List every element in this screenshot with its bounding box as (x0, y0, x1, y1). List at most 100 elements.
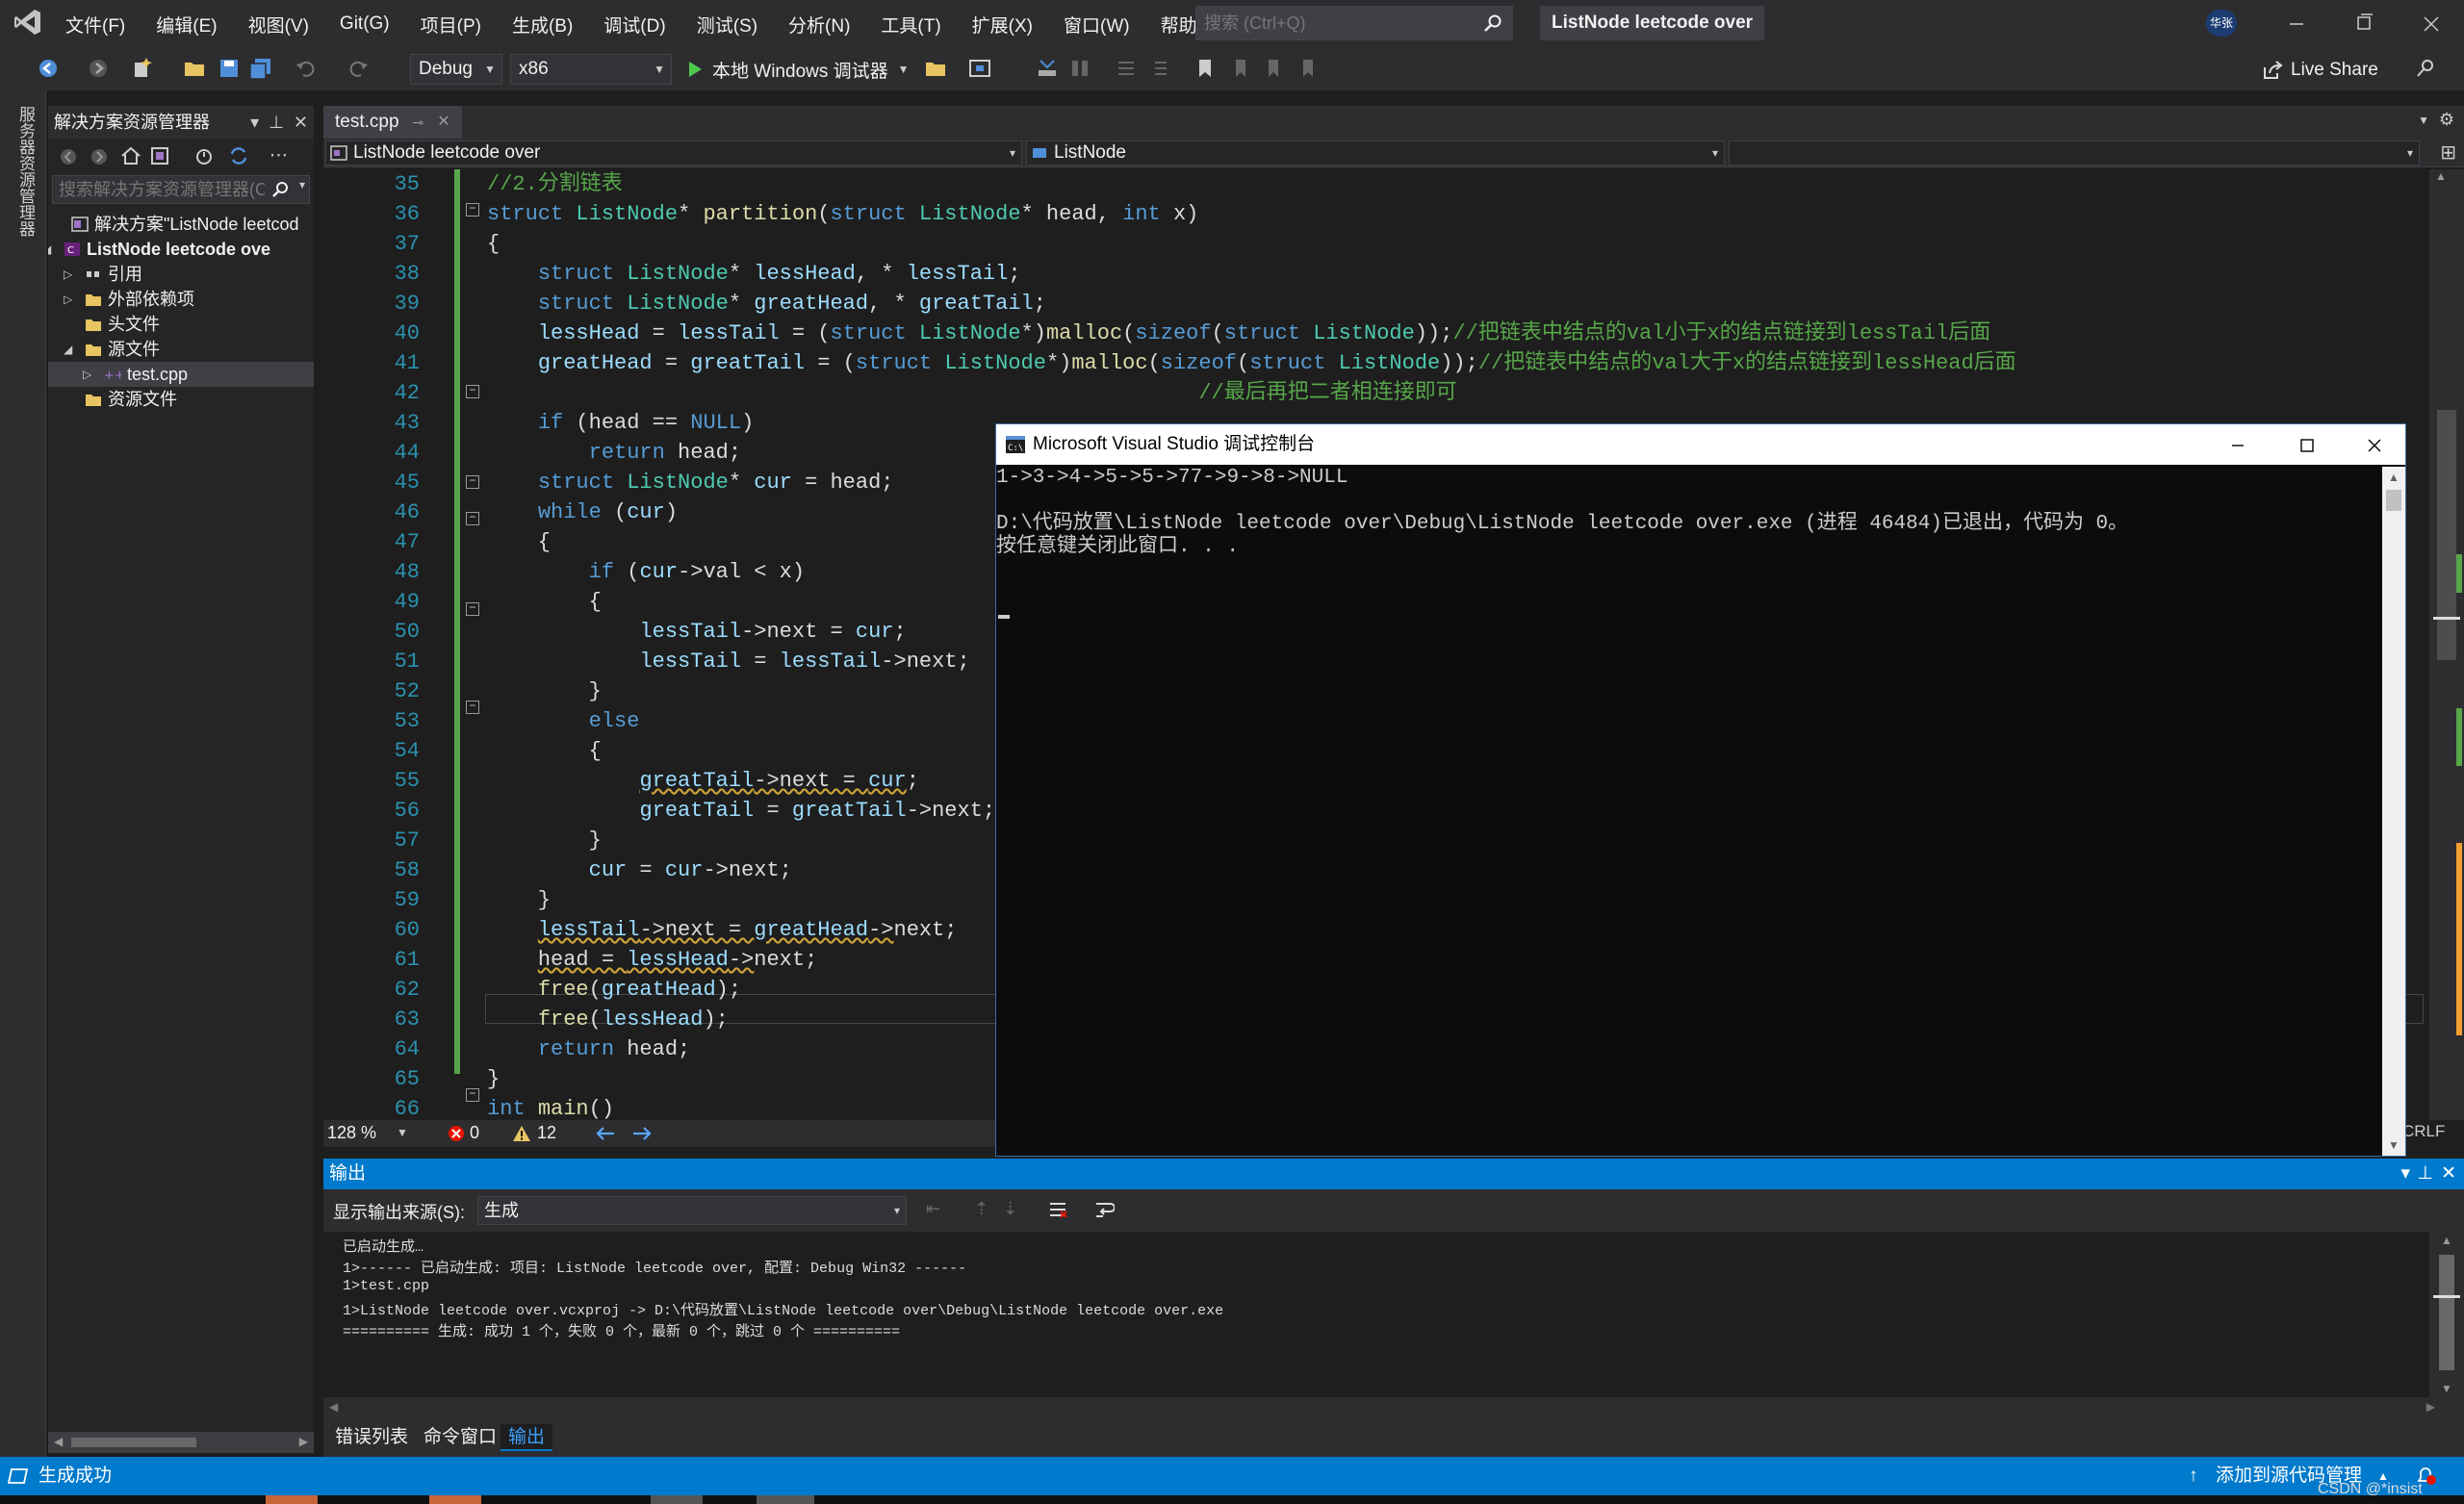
close-button[interactable] (2363, 434, 2386, 457)
close-button[interactable] (2412, 8, 2451, 40)
pending-changes-filter-icon[interactable] (192, 144, 216, 167)
more-options-icon[interactable]: ⋯ (270, 144, 288, 166)
new-project-icon[interactable] (131, 57, 154, 80)
live-share-button[interactable]: Live Share (2262, 56, 2378, 85)
bookmark-icon[interactable] (1194, 57, 1217, 80)
menu-test[interactable]: 测试(S) (681, 12, 773, 38)
server-explorer-tab[interactable]: 服务器资源管理器 (0, 90, 46, 1457)
warning-count[interactable]: 12 (537, 1123, 556, 1143)
save-all-icon[interactable] (248, 57, 273, 80)
solution-search-input[interactable] (53, 176, 265, 203)
configuration-dropdown[interactable]: Debug ▼ (410, 54, 502, 85)
back-icon[interactable] (37, 57, 60, 80)
feedback-icon[interactable] (2414, 57, 2437, 80)
word-wrap-icon[interactable] (1093, 1199, 1115, 1220)
scrollbar-thumb[interactable] (2439, 1255, 2454, 1370)
tab-command-window[interactable]: 命令窗口 (416, 1424, 504, 1451)
collapse-icon[interactable]: − (466, 602, 479, 616)
tree-item-resource-files[interactable]: 资源文件 (48, 387, 314, 412)
back-icon[interactable] (58, 146, 79, 167)
search-input[interactable] (1196, 7, 1476, 39)
horizontal-scrollbar[interactable]: ◀ ▶ (48, 1432, 314, 1453)
collapse-icon[interactable]: − (466, 203, 479, 217)
editor-vertical-scrollbar[interactable]: ▲ (2429, 169, 2464, 1120)
home-icon[interactable] (119, 144, 142, 167)
uncomment-icon[interactable] (1147, 57, 1170, 80)
output-horizontal-scrollbar[interactable]: ◀ ▶ (323, 1397, 2464, 1418)
tab-error-list[interactable]: 错误列表 (327, 1424, 416, 1451)
expander-icon[interactable]: ▷ (64, 287, 72, 312)
collapse-icon[interactable]: − (466, 512, 479, 525)
chevron-down-icon[interactable]: ▼ (397, 1126, 408, 1139)
collapse-icon[interactable]: − (466, 1088, 479, 1102)
user-avatar[interactable]: 华张 (2206, 10, 2237, 37)
expander-icon[interactable]: ▷ (64, 262, 72, 287)
error-icon[interactable] (447, 1124, 466, 1143)
project-dropdown[interactable]: ListNode leetcode over ▾ (325, 140, 1022, 166)
collapse-icon[interactable]: − (466, 475, 479, 489)
expander-icon[interactable]: ▷ (83, 362, 91, 387)
upload-icon[interactable]: ↑ (2189, 1457, 2198, 1495)
output-vertical-scrollbar[interactable]: ▲ ▼ (2429, 1232, 2464, 1397)
search-icon[interactable] (270, 180, 290, 199)
previous-message-icon[interactable]: ⇡ (974, 1199, 988, 1219)
tab-test-cpp[interactable]: test.cpp ⊸ ✕ (323, 106, 462, 139)
switch-views-icon[interactable] (148, 144, 171, 167)
scrollbar-thumb[interactable] (2386, 490, 2401, 511)
tree-item-external-deps[interactable]: ▷ 外部依赖项 (48, 287, 314, 312)
minimize-button[interactable] (2226, 434, 2249, 457)
arrow-left-icon[interactable] (595, 1126, 616, 1141)
undo-icon[interactable] (295, 57, 318, 80)
forward-icon[interactable] (87, 57, 110, 80)
tree-item-solution[interactable]: 解决方案"ListNode leetcod (48, 212, 314, 237)
split-editor-icon[interactable]: ⊞ (2440, 140, 2456, 165)
notifications-icon[interactable] (2414, 1465, 2437, 1488)
maximize-button[interactable] (2345, 8, 2383, 40)
clear-bookmarks-icon[interactable] (1296, 57, 1319, 80)
tree-item-test-cpp[interactable]: ▷ ++ test.cpp (48, 362, 314, 387)
scrollbar-thumb[interactable] (71, 1438, 196, 1447)
step-over-icon[interactable] (1036, 57, 1059, 80)
minimize-button[interactable] (2277, 8, 2316, 40)
menu-build[interactable]: 生成(B) (497, 12, 588, 38)
comment-out-icon[interactable] (1115, 57, 1138, 80)
redo-icon[interactable] (346, 57, 370, 80)
pin-icon[interactable]: ⊥ (269, 106, 284, 139)
menu-window[interactable]: 窗口(W) (1048, 12, 1145, 38)
clear-all-icon[interactable] (1047, 1199, 1068, 1220)
next-bookmark-icon[interactable] (1261, 57, 1284, 80)
expander-icon[interactable]: ◢ (48, 237, 51, 262)
menu-git[interactable]: Git(G) (324, 13, 405, 35)
menu-view[interactable]: 视图(V) (233, 12, 324, 38)
tree-item-header-files[interactable]: 头文件 (48, 312, 314, 337)
gear-icon[interactable]: ⚙ (2439, 110, 2454, 130)
prev-bookmark-icon[interactable] (1228, 57, 1251, 80)
folder-icon[interactable] (924, 57, 947, 80)
chevron-down-icon[interactable]: ▾ (299, 178, 305, 191)
save-icon[interactable] (218, 57, 241, 80)
tree-item-references[interactable]: ▷ 引用 (48, 262, 314, 287)
menu-debug[interactable]: 调试(D) (588, 12, 680, 38)
zoom-level[interactable]: 128 % (327, 1123, 376, 1143)
output-text-area[interactable]: 已启动生成… 1>------ 已启动生成: 项目: ListNode leet… (323, 1232, 2429, 1397)
menu-analyze[interactable]: 分析(N) (773, 12, 865, 38)
menu-tools[interactable]: 工具(T) (865, 12, 956, 38)
menu-project[interactable]: 项目(P) (405, 12, 497, 38)
warning-icon[interactable] (512, 1124, 531, 1143)
error-count[interactable]: 0 (470, 1123, 479, 1143)
scrollbar-thumb[interactable] (2437, 410, 2456, 660)
menu-edit[interactable]: 编辑(E) (141, 12, 232, 38)
member-dropdown[interactable]: ▾ (1729, 140, 2420, 166)
expander-icon[interactable]: ◢ (64, 337, 72, 362)
start-debugging-button[interactable]: 本地 Windows 调试器 ▼ (685, 54, 910, 85)
platform-dropdown[interactable]: x86 ▼ (510, 54, 672, 85)
tab-output[interactable]: 输出 (500, 1424, 553, 1451)
collapse-icon[interactable]: − (466, 385, 479, 398)
find-message-icon[interactable]: ⇤ (926, 1199, 940, 1219)
step-into-icon[interactable] (1068, 57, 1091, 80)
output-source-dropdown[interactable]: 生成 ▾ (477, 1196, 907, 1225)
close-icon[interactable]: ✕ (294, 106, 308, 139)
chevron-down-icon[interactable]: ▾ (250, 106, 259, 139)
sync-icon[interactable] (227, 144, 250, 167)
console-vertical-scrollbar[interactable]: ▲ ▼ (2382, 467, 2405, 1156)
